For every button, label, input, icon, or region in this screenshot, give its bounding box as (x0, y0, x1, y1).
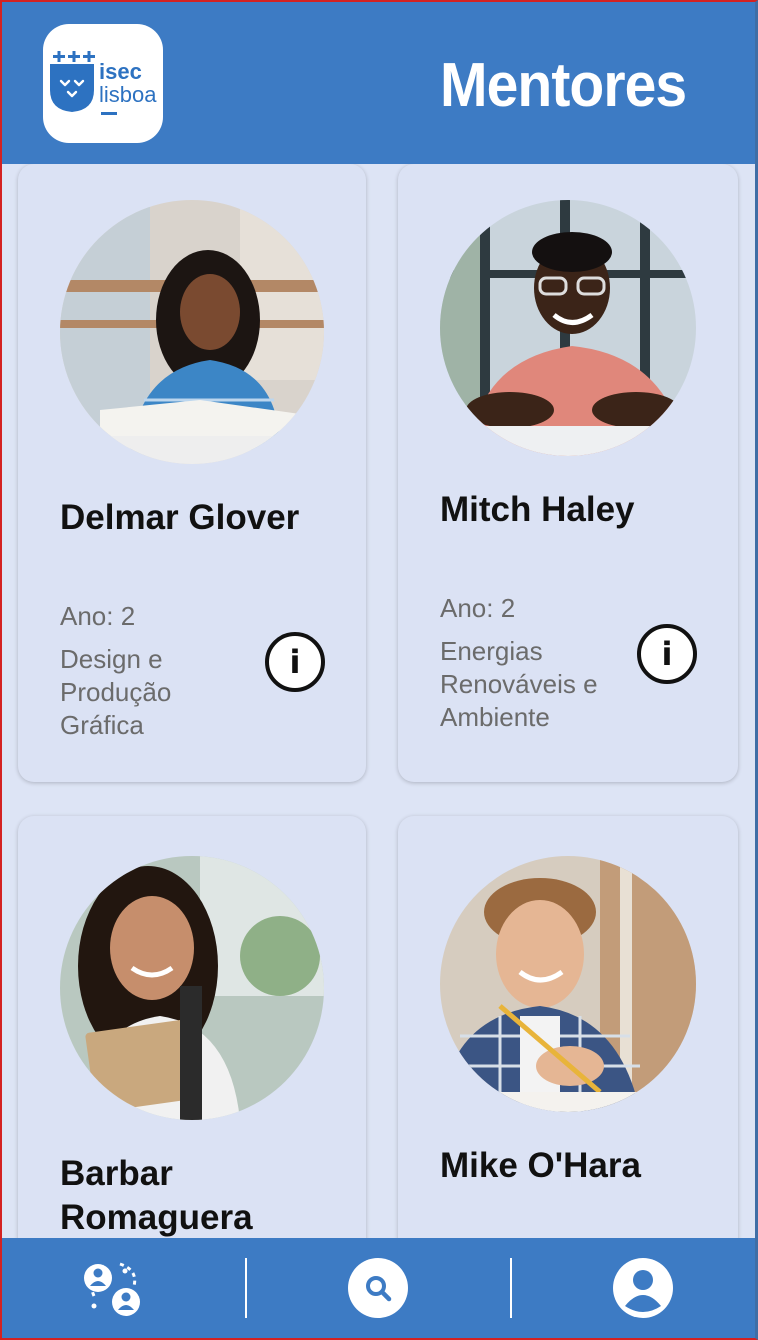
mentor-photo (60, 200, 324, 464)
mentors-grid: Delmar Glover Ano: 2 Design e Produção G… (0, 164, 758, 1238)
nav-search-button[interactable] (346, 1256, 410, 1320)
mentor-card[interactable]: Mike O'Hara (398, 816, 738, 1238)
mentor-name: Barbar Romaguera (60, 1154, 253, 1237)
mentor-course: Energias Renováveis e Ambiente (440, 636, 598, 732)
info-icon: i (289, 643, 301, 681)
mentor-photo (60, 856, 324, 1120)
mentors-connect-icon (84, 1262, 140, 1316)
mentor-year: Ano: 2 (440, 593, 516, 623)
mentor-course: Design e Produção Gráfica (60, 644, 172, 740)
mentor-year: Ano: 2 (60, 601, 136, 631)
info-button[interactable]: i (265, 632, 325, 692)
mentor-name: Delmar Glover (60, 498, 300, 537)
info-icon: i (661, 635, 673, 673)
mentor-photo (440, 200, 696, 456)
nav-divider (245, 1258, 247, 1318)
page-title: Mentores (440, 51, 687, 120)
mentor-photo (440, 856, 696, 1112)
mentor-card[interactable]: Barbar Romaguera (18, 816, 366, 1238)
mentor-name: Mitch Haley (440, 490, 635, 529)
bottom-navbar (0, 1238, 758, 1340)
info-button[interactable]: i (637, 624, 697, 684)
nav-profile-button[interactable] (611, 1256, 675, 1320)
logo-text-isec: isec (99, 59, 142, 84)
app-header: isec lisboa Mentores (0, 0, 758, 164)
nav-divider (510, 1258, 512, 1318)
mentor-name: Mike O'Hara (440, 1146, 641, 1185)
logo-text-lisboa: lisboa (99, 82, 157, 107)
nav-mentors-button[interactable] (80, 1256, 144, 1320)
mentor-card[interactable]: Delmar Glover Ano: 2 Design e Produção G… (18, 164, 366, 782)
isec-lisboa-logo[interactable]: isec lisboa (43, 24, 163, 143)
profile-icon (613, 1258, 673, 1318)
search-icon (348, 1258, 408, 1318)
mentor-card[interactable]: Mitch Haley Ano: 2 Energias Renováveis e… (398, 164, 738, 782)
